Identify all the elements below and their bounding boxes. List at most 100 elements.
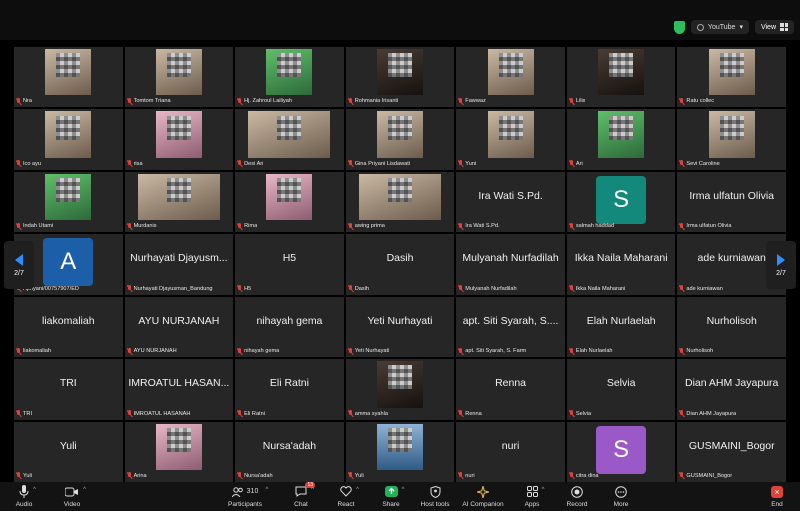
participant-name-label: nuri (458, 471, 475, 481)
participant-tile[interactable]: Ira Wati S.Pd. Ira Wati S.Pd. (456, 171, 565, 233)
participant-tile[interactable]: IMROATUL HASAN... IMROATUL HASANAH (124, 359, 234, 420)
react-button[interactable]: ^ React (326, 484, 366, 508)
mic-muted-icon (569, 347, 574, 355)
participant-tile[interactable]: Rohmania Irisanti (345, 47, 455, 108)
record-label: Record (566, 501, 588, 508)
participant-display-name: Elah Nurlaelah (586, 314, 656, 327)
participant-tile[interactable]: AYU NURJANAH AYU NURJANAH (124, 296, 234, 358)
participant-tile[interactable]: TRI TRI (14, 359, 123, 420)
chevron-up-icon[interactable]: ^ (356, 487, 359, 493)
participant-name-label: Lilis (569, 96, 585, 106)
mic-muted-icon (237, 285, 242, 292)
participant-tile[interactable]: Nurholisoh Nurholisoh (677, 296, 786, 358)
arrow-left-icon (15, 253, 23, 266)
participant-tile[interactable]: Eli Ratni Eli Ratni (235, 359, 344, 420)
participant-tile[interactable]: Irma ulfatun Olivia Irma ulfatun Olivia (677, 171, 786, 233)
participant-tile[interactable]: amma syahla (345, 359, 455, 420)
participant-display-name: Nursa'adah (262, 439, 317, 452)
avatar: S (596, 175, 647, 224)
participant-tile[interactable]: Rima (235, 171, 344, 233)
mic-muted-icon (679, 472, 684, 479)
participant-tile[interactable]: liakomaliah liakomaliah (14, 296, 123, 358)
participant-tile[interactable]: Selvia Selvia (566, 359, 676, 420)
chat-button[interactable]: 13 ^ Chat (281, 482, 321, 508)
chevron-down-icon: ▾ (739, 24, 743, 31)
participant-tile[interactable]: Sevi Caroline (677, 109, 786, 170)
ai-companion-button[interactable]: AI Companion (460, 484, 506, 508)
participant-tile[interactable]: Ico ayu (14, 109, 123, 170)
participant-video (155, 423, 202, 470)
record-button[interactable]: Record (557, 484, 597, 508)
end-meeting-button[interactable]: × End (757, 484, 797, 508)
mic-muted-icon (237, 160, 242, 167)
participant-tile[interactable]: Nra (14, 47, 123, 108)
participant-tile[interactable]: apt. Siti Syarah, S.... apt. Siti Syarah,… (456, 296, 565, 358)
participant-tile[interactable]: Murdanis (124, 171, 234, 233)
host-tools-button[interactable]: Host tools (415, 484, 455, 508)
share-screen-icon (384, 486, 398, 497)
chevron-up-icon[interactable]: ^ (402, 487, 405, 493)
participant-name-label: Ico ayu (16, 159, 41, 169)
chevron-up-icon[interactable]: ^ (83, 487, 86, 493)
more-button[interactable]: More (601, 484, 641, 508)
participant-name-text: Eli Ratni (244, 410, 265, 417)
participant-tile[interactable]: H5 H5 (235, 234, 344, 295)
previous-page-button[interactable]: 2/7 (4, 241, 34, 289)
participant-tile[interactable]: Yuli Yuli (14, 421, 123, 482)
participant-tile[interactable]: Yuni (456, 109, 565, 170)
participant-tile[interactable]: Elah Nurlaelah Elah Nurlaelah (566, 296, 676, 358)
mic-muted-icon (16, 347, 21, 355)
share-button[interactable]: ^ Share (371, 484, 411, 508)
participant-name-label: Desi Ari (237, 159, 263, 169)
participant-name-label: IMROATUL HASANAH (127, 409, 190, 419)
youtube-live-pill[interactable]: YouTube ▾ (690, 20, 749, 34)
shield-icon[interactable] (673, 20, 685, 34)
participant-tile[interactable]: Tomtom Triana (124, 47, 234, 108)
apps-button[interactable]: ^ Apps (512, 484, 552, 508)
participant-tile[interactable]: Nurhayati Djayusm... Nurhayati Djayusman_… (124, 234, 234, 295)
participant-tile[interactable]: Lilis (566, 47, 676, 108)
participant-tile[interactable]: Hj. Zahroul Lailiyah (235, 47, 344, 108)
chevron-up-icon[interactable]: ^ (542, 487, 545, 493)
participants-button[interactable]: 310 ^ Participants (222, 484, 268, 508)
participant-tile[interactable]: Yuli (345, 421, 455, 482)
participant-video (598, 49, 645, 96)
participant-tile[interactable]: Nursa'adah Nursa'adah (235, 421, 344, 482)
participant-tile[interactable]: Indah Utami (14, 171, 123, 233)
participant-tile[interactable]: Dasih Dasih (345, 234, 455, 295)
participant-tile[interactable]: awing prima (345, 171, 455, 233)
participant-tile[interactable]: Fawwaz (456, 47, 565, 108)
participant-name-text: Fawwaz (465, 98, 486, 105)
participant-tile[interactable]: Arina (124, 421, 234, 482)
participant-tile[interactable]: Ratu collec (677, 47, 786, 108)
view-button[interactable]: View (754, 20, 794, 34)
next-page-button[interactable]: 2/7 (766, 241, 796, 289)
more-dots-icon (615, 485, 627, 498)
participant-name-text: Arina (133, 472, 147, 479)
video-button[interactable]: ^ Video (52, 484, 92, 508)
chevron-up-icon[interactable]: ^ (311, 487, 314, 493)
participant-tile[interactable]: Ari (566, 109, 676, 170)
participant-display-name: TRI (59, 377, 77, 390)
participant-tile[interactable]: Yeti Nurhayati Yeti Nurhayati (345, 296, 455, 358)
participant-tile[interactable]: Renna Renna (456, 359, 565, 420)
participant-tile[interactable]: nuri nuri (456, 421, 565, 482)
participant-tile[interactable]: Dian AHM Jayapura Dian AHM Jayapura (677, 359, 786, 420)
chevron-up-icon[interactable]: ^ (266, 487, 269, 493)
participant-tile[interactable]: Ssalmah haddad (566, 171, 676, 233)
participant-tile[interactable]: GUSMAINI_Bogor GUSMAINI_Bogor (677, 421, 786, 482)
chevron-up-icon[interactable]: ^ (33, 487, 36, 493)
mic-muted-icon (16, 410, 21, 417)
participant-tile[interactable]: Mulyanah Nurfadilah Mulyanah Nurfadilah (456, 234, 565, 295)
participant-tile[interactable]: Scitra dina (566, 421, 676, 482)
participant-name-label: Nurholisoh (679, 346, 713, 356)
participant-display-name: nuri (501, 439, 520, 452)
participant-tile[interactable]: nihayah gema nihayah gema (235, 296, 344, 358)
mic-muted-icon (237, 222, 242, 230)
participant-tile[interactable]: Gina Priyani Lisdawati (345, 109, 455, 170)
participant-tile[interactable]: Desi Ari (235, 109, 344, 170)
participant-tile[interactable]: risa (124, 109, 234, 170)
audio-button[interactable]: ^ Audio (4, 484, 44, 508)
participant-video (155, 111, 202, 158)
participant-tile[interactable]: Ikka Naila Maharani Ikka Naila Maharani (566, 234, 676, 295)
